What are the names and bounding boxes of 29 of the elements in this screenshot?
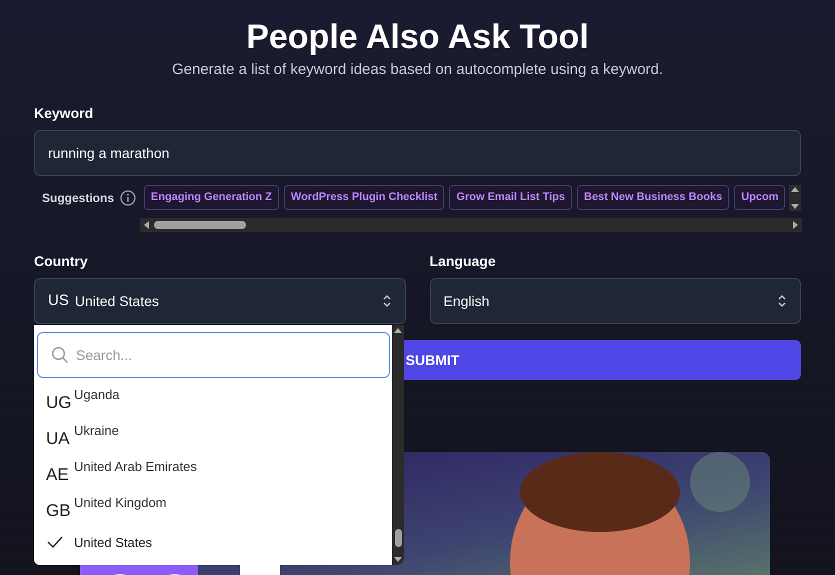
country-select[interactable]: US United States	[34, 278, 406, 324]
chevron-updown-icon	[777, 294, 787, 308]
vertical-scrollbar[interactable]	[789, 185, 801, 211]
scroll-left-icon[interactable]	[144, 221, 149, 229]
page-title: People Also Ask Tool	[246, 17, 589, 58]
dropdown-scrollbar[interactable]	[392, 325, 404, 565]
suggestion-chip[interactable]: Engaging Generation Z	[144, 185, 279, 210]
info-icon[interactable]	[120, 190, 136, 206]
search-field[interactable]: Search...	[37, 332, 390, 378]
chevron-updown-icon	[382, 294, 392, 308]
suggestions-label: Suggestions	[42, 190, 114, 207]
keyword-field[interactable]: running a marathon	[34, 130, 801, 176]
suggestion-chip[interactable]: Grow Email List Tips	[449, 185, 572, 210]
scroll-right-icon[interactable]	[793, 221, 798, 229]
search-icon	[51, 346, 69, 364]
keyword-label: Keyword	[34, 104, 94, 122]
horizontal-scrollbar[interactable]	[140, 218, 802, 232]
scroll-down-icon[interactable]	[791, 204, 799, 209]
page-subtitle: Generate a list of keyword ideas based on autocomplete using a keyword.	[172, 60, 664, 80]
suggestion-chip[interactable]: Upcom	[734, 185, 786, 210]
check-icon	[46, 535, 64, 549]
scroll-down-icon[interactable]	[394, 557, 402, 562]
scroll-up-icon[interactable]	[791, 187, 799, 192]
language-label: Language	[430, 252, 496, 270]
suggestion-chip[interactable]: WordPress Plugin Checklist	[284, 185, 444, 210]
language-select[interactable]: English	[430, 278, 801, 324]
country-label: Country	[34, 252, 88, 270]
suggestion-chip[interactable]: Best New Business Books	[577, 185, 730, 210]
scroll-up-icon[interactable]	[394, 328, 402, 333]
